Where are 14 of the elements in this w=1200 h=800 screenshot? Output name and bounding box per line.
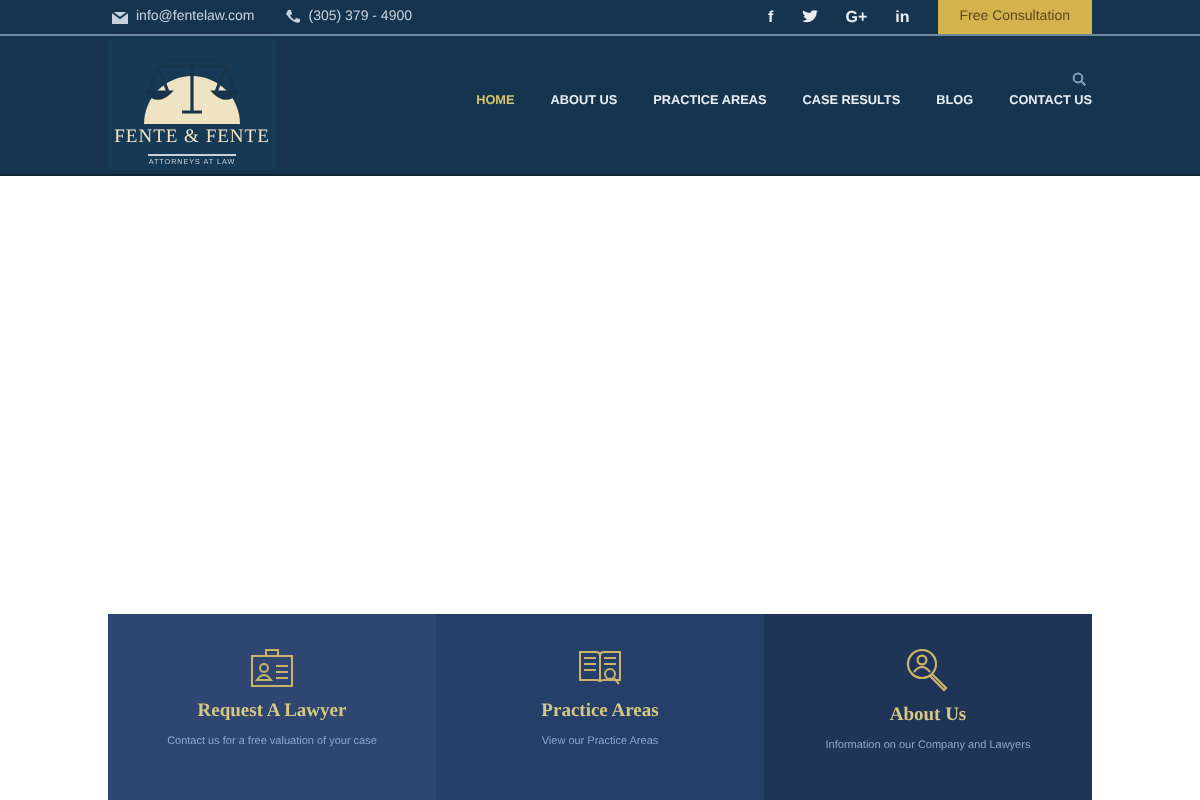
search-icon[interactable] <box>1072 72 1086 86</box>
card-title: Practice Areas <box>541 702 659 722</box>
id-badge-icon <box>250 648 294 688</box>
card-title: Request A Lawyer <box>197 702 347 722</box>
social-link[interactable]: G+ <box>845 8 868 26</box>
card-title: About Us <box>889 706 967 726</box>
book-search-icon <box>578 648 622 688</box>
social-link[interactable]: f <box>768 8 774 26</box>
social-link[interactable]: in <box>895 8 910 26</box>
envelope-icon <box>112 11 128 23</box>
firm-name: FENTE & FENTE <box>114 128 270 150</box>
phone-icon <box>286 10 301 24</box>
person-magnifier-icon <box>906 648 950 692</box>
bird-icon[interactable] <box>801 10 818 24</box>
